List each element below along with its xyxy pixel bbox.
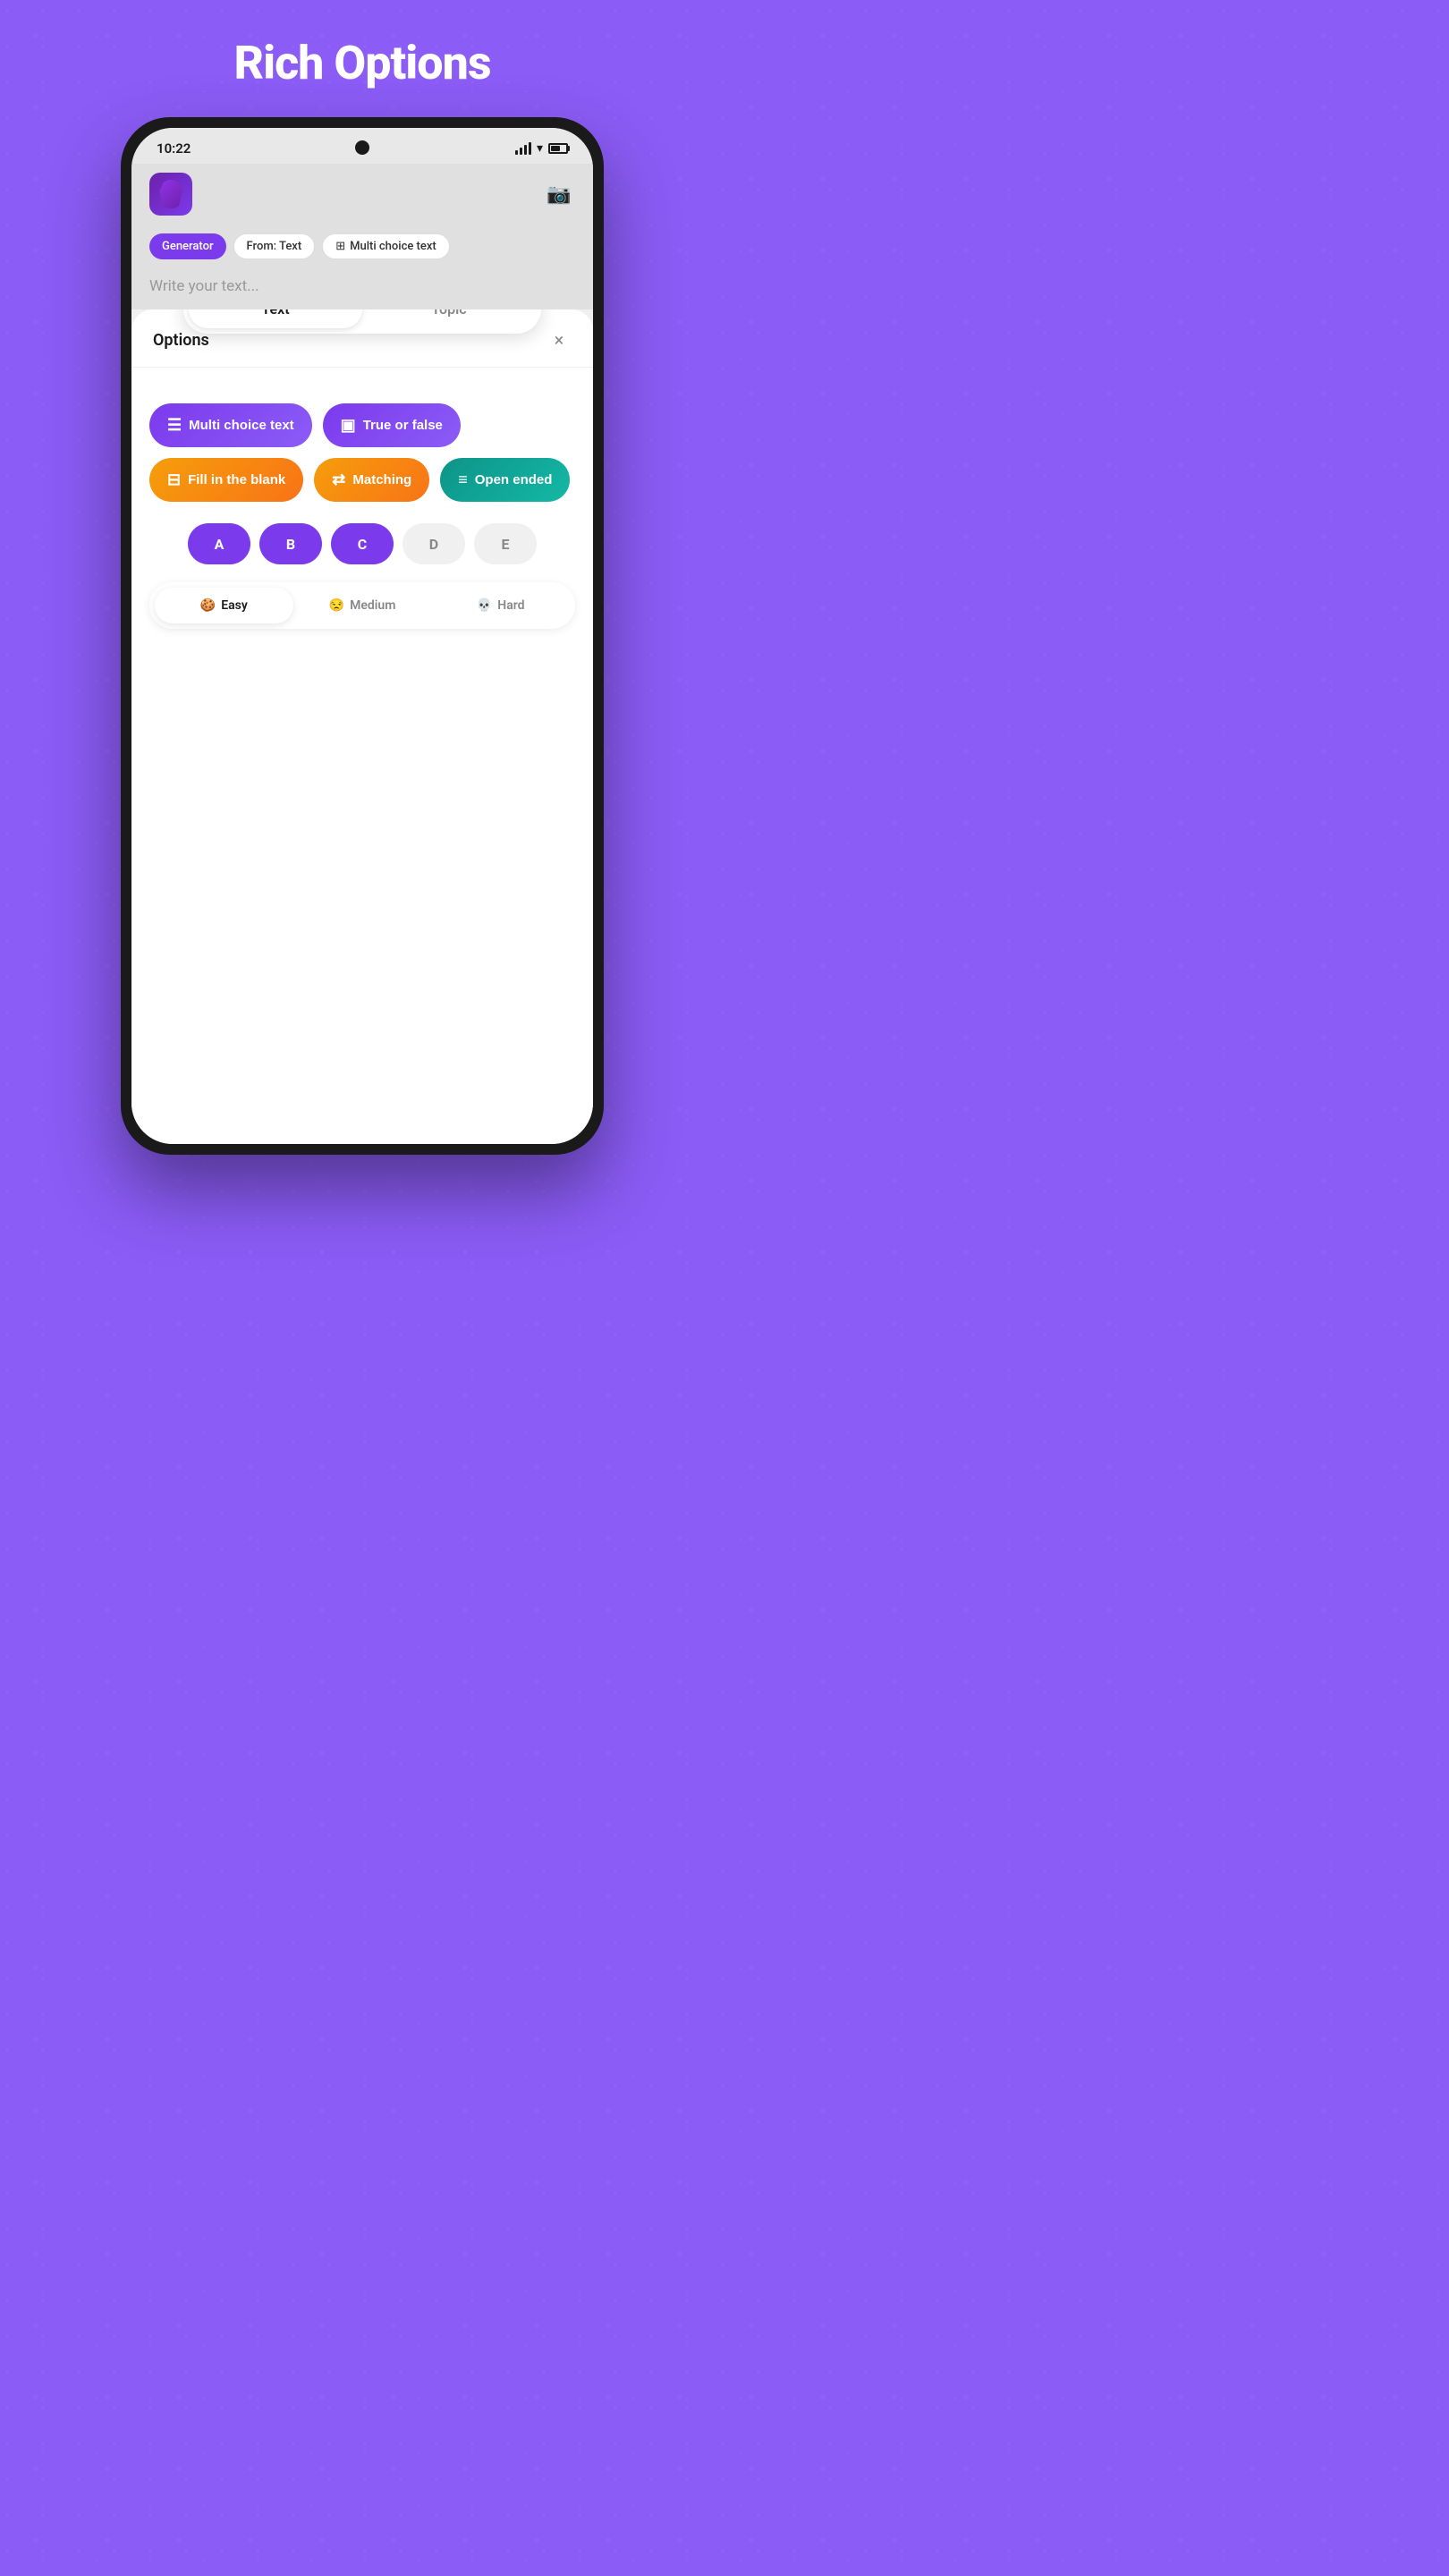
diff-easy[interactable]: 🍪 Easy bbox=[155, 588, 293, 623]
answer-label-a: A bbox=[215, 536, 225, 553]
close-icon: × bbox=[555, 329, 564, 351]
text-input-placeholder: Write your text... bbox=[149, 277, 259, 295]
chip-generator-label: Generator bbox=[162, 240, 214, 253]
answer-btn-e[interactable]: E bbox=[474, 523, 537, 564]
answer-label-c: C bbox=[358, 536, 367, 553]
signal-icon bbox=[515, 142, 531, 155]
chip-multi-choice[interactable]: ⊞ Multi choice text bbox=[322, 233, 450, 259]
answer-btn-a[interactable]: A bbox=[188, 523, 250, 564]
question-types: ☰ Multi choice text ▣ True or false ⊟ Fi… bbox=[149, 403, 575, 502]
diff-medium-emoji: 😒 bbox=[329, 598, 344, 613]
answer-label-e: E bbox=[502, 536, 510, 553]
diff-easy-label: Easy bbox=[221, 598, 248, 613]
phone-frame: 10:22 ▾ 📷 bbox=[121, 117, 604, 1155]
multi-choice-icon: ☰ bbox=[167, 416, 182, 435]
answer-btn-d[interactable]: D bbox=[402, 523, 465, 564]
btn-open-ended[interactable]: ≡ Open ended bbox=[440, 458, 570, 502]
fill-blank-icon: ⊟ bbox=[167, 470, 181, 489]
tab-topic[interactable]: Topic bbox=[362, 309, 536, 328]
diff-medium[interactable]: 😒 Medium bbox=[293, 588, 432, 623]
matching-label: Matching bbox=[352, 472, 411, 487]
answer-options: A B C D E bbox=[149, 523, 575, 564]
camera-button[interactable]: 📷 bbox=[543, 178, 575, 210]
btn-fill-blank[interactable]: ⊟ Fill in the blank bbox=[149, 458, 303, 502]
btn-multi-choice-text[interactable]: ☰ Multi choice text bbox=[149, 403, 312, 447]
diff-hard-label: Hard bbox=[497, 598, 524, 613]
status-icons: ▾ bbox=[515, 141, 568, 156]
camera-notch bbox=[355, 140, 369, 155]
page-title: Rich Options bbox=[233, 36, 490, 90]
toggle-tabs: Text Topic bbox=[183, 309, 541, 334]
chip-from-text[interactable]: From: Text bbox=[233, 233, 316, 259]
diff-hard[interactable]: 💀 Hard bbox=[431, 588, 570, 623]
fill-blank-label: Fill in the blank bbox=[188, 472, 285, 487]
avatar bbox=[149, 173, 192, 216]
toggle-tabs-wrapper: Text Topic bbox=[183, 309, 541, 334]
text-input-area[interactable]: Write your text... bbox=[131, 268, 593, 309]
options-content: ☰ Multi choice text ▣ True or false ⊟ Fi… bbox=[131, 368, 593, 1144]
battery-icon bbox=[548, 143, 568, 154]
open-ended-label: Open ended bbox=[475, 472, 553, 487]
multi-choice-label: Multi choice text bbox=[189, 418, 294, 433]
avatar-shape bbox=[158, 180, 183, 208]
diff-hard-emoji: 💀 bbox=[477, 598, 492, 613]
true-false-icon: ▣ bbox=[341, 416, 356, 435]
chip-generator[interactable]: Generator bbox=[149, 233, 226, 259]
answer-label-d: D bbox=[429, 536, 438, 553]
true-false-label: True or false bbox=[363, 418, 443, 433]
matching-icon: ⇄ bbox=[332, 470, 345, 489]
app-header: 📷 bbox=[131, 164, 593, 228]
chip-from-text-label: From: Text bbox=[247, 240, 302, 253]
difficulty-bar: 🍪 Easy 😒 Medium 💀 Hard bbox=[149, 582, 575, 629]
diff-easy-emoji: 🍪 bbox=[200, 598, 216, 613]
chip-multi-choice-icon: ⊞ bbox=[335, 240, 345, 253]
diff-medium-label: Medium bbox=[350, 598, 395, 613]
tab-text[interactable]: Text bbox=[189, 309, 362, 328]
btn-true-or-false[interactable]: ▣ True or false bbox=[323, 403, 461, 447]
chip-multi-choice-label: Multi choice text bbox=[350, 240, 436, 253]
status-time: 10:22 bbox=[157, 140, 191, 157]
open-ended-icon: ≡ bbox=[458, 470, 468, 489]
close-button[interactable]: × bbox=[547, 327, 572, 352]
answer-btn-b[interactable]: B bbox=[259, 523, 322, 564]
phone-screen: 10:22 ▾ 📷 bbox=[131, 128, 593, 1144]
filter-chips: Generator From: Text ⊞ Multi choice text bbox=[131, 228, 593, 268]
btn-matching[interactable]: ⇄ Matching bbox=[314, 458, 429, 502]
answer-label-b: B bbox=[286, 536, 295, 553]
answer-btn-c[interactable]: C bbox=[331, 523, 394, 564]
options-panel: Text Topic Options × ☰ bbox=[131, 309, 593, 1144]
wifi-icon: ▾ bbox=[537, 141, 543, 156]
